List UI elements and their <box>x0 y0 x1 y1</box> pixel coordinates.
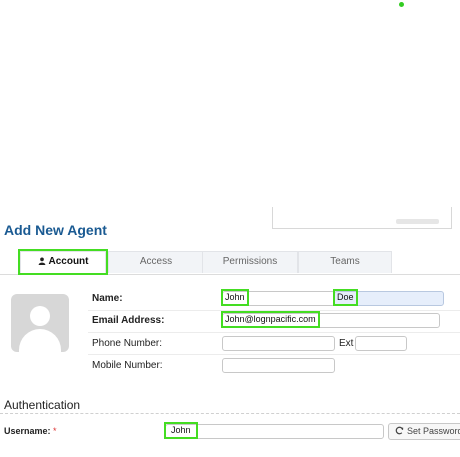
last-name-value[interactable]: Doe <box>333 289 358 306</box>
tab-permissions[interactable]: Permissions <box>202 251 298 273</box>
name-label: Name: <box>92 293 123 304</box>
tab-permissions-label: Permissions <box>222 256 278 267</box>
tab-account[interactable]: Account <box>18 249 108 275</box>
status-dot <box>399 2 404 7</box>
username-label: Username: * <box>4 426 57 436</box>
user-icon <box>38 257 45 265</box>
dropdown-panel <box>272 207 452 229</box>
set-password-button[interactable]: Set Password <box>388 423 460 440</box>
refresh-icon <box>395 426 404 435</box>
tab-access-label: Access <box>139 256 173 267</box>
row-divider <box>88 310 460 311</box>
mobile-field[interactable] <box>222 358 335 373</box>
tab-teams[interactable]: Teams <box>298 251 392 273</box>
page-title: Add New Agent <box>4 222 107 238</box>
tab-account-label: Account <box>48 256 89 267</box>
email-value[interactable]: John@lognpacific.com <box>221 311 320 328</box>
avatar-body-shape <box>19 329 61 352</box>
username-value[interactable]: John <box>164 422 198 439</box>
phone-label: Phone Number: <box>92 338 163 349</box>
phone-field[interactable] <box>222 336 335 351</box>
dropdown-panel-bar <box>396 219 439 224</box>
authentication-heading: Authentication <box>4 398 81 412</box>
avatar-head-shape <box>30 306 50 326</box>
email-label: Email Address: <box>92 315 165 326</box>
first-name-value[interactable]: John <box>221 289 249 306</box>
mobile-label: Mobile Number: <box>92 360 163 371</box>
ext-label: Ext <box>339 338 354 349</box>
tab-access[interactable]: Access <box>108 251 204 273</box>
username-field[interactable] <box>165 424 384 439</box>
row-divider <box>88 332 460 333</box>
tab-teams-label: Teams <box>330 256 360 267</box>
section-divider <box>0 413 460 414</box>
set-password-label: Set Password <box>407 426 460 436</box>
avatar <box>11 294 69 352</box>
required-marker: * <box>53 426 57 436</box>
ext-field[interactable] <box>355 336 407 351</box>
username-label-text: Username: <box>4 426 51 436</box>
row-divider <box>88 354 460 355</box>
